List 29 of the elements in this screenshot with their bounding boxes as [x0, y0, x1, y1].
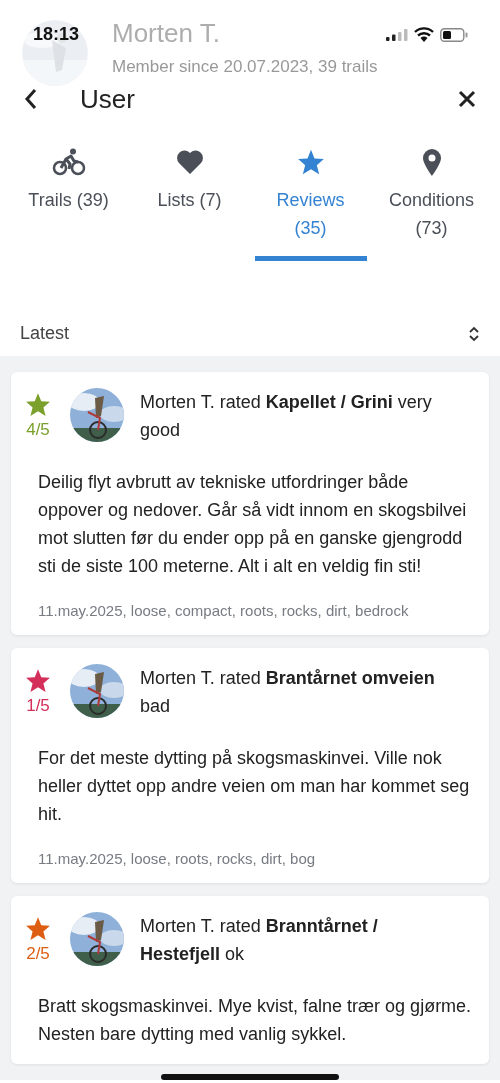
- rating-score: 4/5: [26, 420, 50, 440]
- review-text: For det meste dytting på skogsmaskinvei. Ville nok heller dyttet opp andre veien om man har kommet seg hit.: [38, 747, 471, 826]
- profile-tab[interactable]: Reviews (35): [254, 148, 367, 261]
- review-meta: 11.may.2025, loose, roots, rocks, dirt, bog: [38, 850, 317, 867]
- profile-tab[interactable]: Trails (39): [12, 148, 125, 261]
- review-title: Morten T. rated Branntårnet / Hestefjell ok: [140, 915, 379, 966]
- rating-score: 2/5: [26, 944, 50, 964]
- cyclist-icon: [51, 148, 86, 176]
- profile-tab[interactable]: Conditions (73): [375, 148, 488, 261]
- status-time: 18:13: [33, 24, 80, 45]
- review-title: Morten T. rated Kapellet / Grini very good: [140, 391, 433, 442]
- rating-score: 1/5: [26, 696, 50, 716]
- signal-icon: [386, 28, 408, 41]
- close-button[interactable]: [456, 88, 478, 110]
- page-title: User: [80, 83, 136, 115]
- sort-icon[interactable]: [468, 325, 480, 342]
- profile-subtitle: Member since 20.07.2023, 39 trails: [112, 56, 378, 77]
- profile-name: Morten T.: [112, 17, 221, 49]
- profile-tab[interactable]: Lists (7): [133, 148, 246, 261]
- review-text: Bratt skogsmaskinvei. Mye kvist, falne trær og gjørme. Nesten bare dytting med vanlig sykkel.: [38, 995, 473, 1046]
- sort-label: Latest: [20, 323, 70, 344]
- star-icon: [296, 148, 325, 176]
- heart-icon: [175, 148, 204, 176]
- review-text: Deilig flyt avbrutt av tekniske utfordringer både oppover og nedover. Går så vidt innom en skogsbilvei mot slutten før du ender opp på en ganske gjengrodd sti de siste 100 meterne. Alt i alt en veldig fin sti!: [38, 471, 468, 578]
- review-meta: 11.may.2025, loose, compact, roots, rocks, dirt, bedrock: [38, 602, 410, 619]
- review-title: Morten T. rated Brantårnet omveien bad: [140, 667, 436, 718]
- location-pin-icon: [421, 148, 442, 176]
- battery-icon: [440, 27, 468, 42]
- wifi-icon: [414, 27, 434, 42]
